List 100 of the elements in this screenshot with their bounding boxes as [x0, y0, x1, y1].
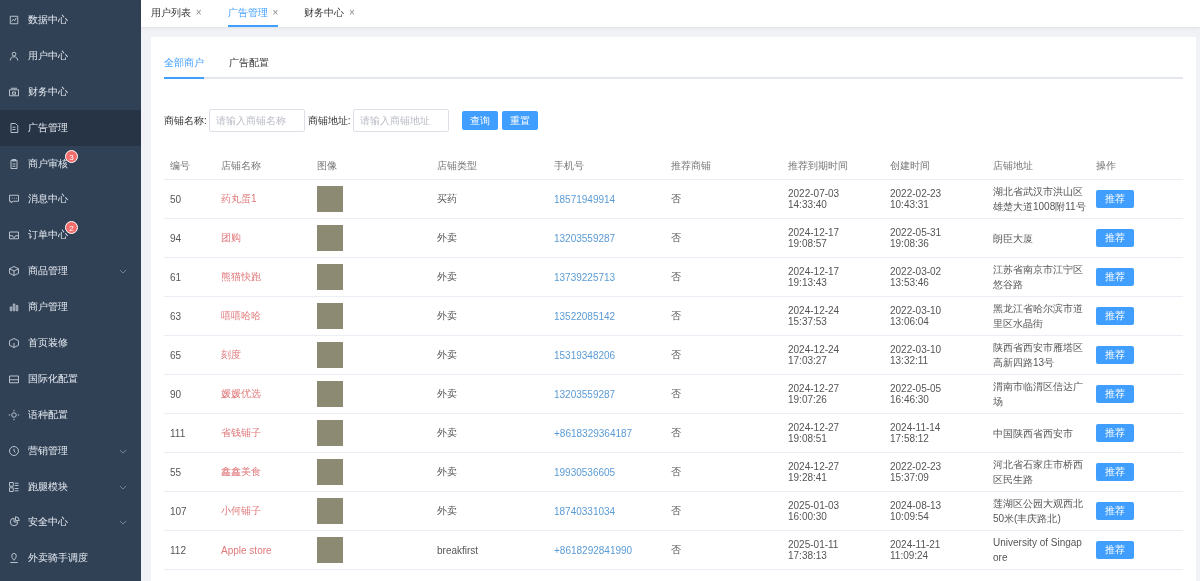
photo-placeholder: [317, 537, 343, 563]
table-cell-text: 朗臣大厦: [993, 231, 1034, 246]
menu-item-icon: [8, 408, 20, 421]
table-cell: 2022-03-10 13:32:11: [890, 344, 942, 366]
table-cell: 2022-03-10 13:06:04: [890, 305, 942, 327]
phone-number: +8618329364187: [554, 427, 633, 439]
table-cell-text: 中国陕西省西安市: [993, 426, 1074, 441]
phone-number: 18740331034: [554, 505, 616, 517]
phone-number: 18571949914: [554, 193, 616, 205]
shop-name: 鑫鑫美食: [221, 466, 261, 477]
sidebar-item[interactable]: 跑腿模块: [0, 468, 141, 505]
sidebar-item[interactable]: 外卖骑手调度: [0, 540, 141, 577]
table-cell: 外卖: [437, 310, 457, 321]
phone-number: 15319348206: [554, 349, 616, 361]
table-cell-text: 江苏省南京市江宁区悠谷路: [993, 263, 1084, 292]
table-cell: 2024-12-27 19:28:41: [788, 461, 840, 483]
sidebar-item[interactable]: 消息中心: [0, 181, 141, 218]
menu-item-icon: [8, 193, 20, 206]
phone-number: +8618292841990: [554, 544, 633, 556]
menu-item-icon: [8, 301, 20, 314]
table-cell: 2024-11-14 17:58:12: [890, 422, 941, 444]
content-tab[interactable]: 广告配置: [229, 53, 269, 79]
menu-item-icon: [8, 552, 20, 565]
column-header: 操作: [1096, 160, 1116, 171]
sidebar-item[interactable]: 商户管理: [0, 289, 141, 325]
sidebar-item[interactable]: 国际化配置: [0, 360, 141, 397]
sidebar-item[interactable]: 商品管理: [0, 253, 141, 290]
table-cell-text: 黑龙江省哈尔滨市道里区水晶街: [993, 302, 1084, 331]
shop-name: 熊猫快跑: [221, 271, 261, 282]
sidebar-item[interactable]: 首页装修: [0, 325, 141, 361]
table-cell: 外卖: [437, 388, 457, 399]
table-cell: 否: [671, 232, 681, 243]
table-cell: 2022-03-02 13:53:46: [890, 266, 942, 288]
column-header: 推荐到期时间: [788, 160, 848, 171]
shop-name: 团购: [221, 232, 241, 243]
menu-item-icon: [8, 336, 20, 349]
sidebar-item[interactable]: 语种配置: [0, 396, 141, 433]
table-cell: 50: [170, 193, 182, 205]
sidebar-item[interactable]: 广告管理: [0, 109, 141, 146]
table-cell: 否: [671, 193, 681, 204]
table-cell-text: 莲湖区公园大观西北50米(丰庆路北): [993, 497, 1084, 526]
table-cell: 2024-08-13 10:09:54: [890, 500, 942, 522]
menu-item-icon: [8, 480, 20, 493]
table-cell: 107: [170, 505, 187, 517]
table-cell: 否: [671, 427, 681, 438]
table-cell: 90: [170, 388, 182, 400]
table-cell: 2024-12-17 19:13:43: [788, 266, 840, 288]
table-cell: 否: [671, 388, 681, 399]
table-cell: 2024-12-27 19:08:51: [788, 422, 840, 444]
table-cell: 2024-12-24 17:03:27: [788, 344, 840, 366]
menu-item-icon: [8, 229, 20, 242]
table-cell: 2022-05-31 19:08:36: [890, 227, 942, 249]
column-header: 图像: [317, 160, 337, 171]
table-cell: 2022-02-23 15:37:09: [890, 461, 942, 483]
table-cell: 94: [170, 232, 182, 244]
table-cell: 否: [671, 349, 681, 360]
column-header: 编号: [170, 160, 190, 171]
field-label: 商铺名称:: [164, 113, 207, 128]
column-header: 手机号: [554, 160, 584, 171]
shop-name: 刻度: [221, 349, 241, 360]
sidebar-item[interactable]: 用户中心: [0, 37, 141, 74]
menu-item-icon: [8, 516, 20, 529]
table-cell: 2022-07-03 14:33:40: [788, 188, 840, 210]
photo-placeholder: [317, 342, 343, 368]
photo-placeholder: [317, 459, 343, 485]
phone-number: 13739225713: [554, 271, 616, 283]
menu-item-icon: [8, 157, 20, 170]
sidebar-item[interactable]: 营销管理: [0, 432, 141, 469]
photo-placeholder: [317, 225, 343, 251]
page-tab[interactable]: 财务中心 ×: [304, 0, 355, 27]
column-header: 店铺类型: [437, 160, 477, 171]
table-cell: 2022-05-05 16:46:30: [890, 383, 942, 405]
photo-placeholder: [317, 498, 343, 524]
shop-name: 省钱铺子: [221, 427, 261, 438]
input-field[interactable]: 请输入商铺地址: [352, 109, 449, 132]
table-cell: 2024-12-24 15:37:53: [788, 305, 840, 327]
phone-number: 13203559287: [554, 232, 616, 244]
table-cell: 否: [671, 544, 681, 555]
menu-item-icon: [8, 49, 20, 62]
sidebar-item[interactable]: 财务中心: [0, 73, 141, 110]
menu-item-icon: [8, 372, 20, 385]
shop-name: Apple store: [221, 544, 272, 556]
page-tab[interactable]: 广告管理 ×: [227, 0, 279, 27]
table-cell: 买药: [437, 193, 457, 204]
photo-placeholder: [317, 264, 343, 290]
input-field[interactable]: 请输入商铺名称: [208, 109, 305, 132]
table-cell: 外卖: [437, 466, 457, 477]
photo-placeholder: [317, 186, 343, 212]
table-cell: 外卖: [437, 427, 457, 438]
menu-item-icon: [8, 85, 20, 98]
column-header: 创建时间: [890, 160, 930, 171]
table-cell: 112: [170, 544, 186, 556]
column-header: 推荐商铺: [671, 160, 711, 171]
sidebar-item[interactable]: 安全中心: [0, 504, 141, 541]
photo-placeholder: [317, 303, 343, 329]
shop-name: 嘻嘻哈哈: [221, 310, 261, 321]
table-cell: 2024-12-17 19:08:57: [788, 227, 840, 249]
table-cell: 2024-11-21 11:09:24: [890, 539, 941, 561]
page-tab[interactable]: 用户列表 ×: [151, 0, 202, 27]
sidebar-item[interactable]: 数据中心: [0, 2, 141, 38]
